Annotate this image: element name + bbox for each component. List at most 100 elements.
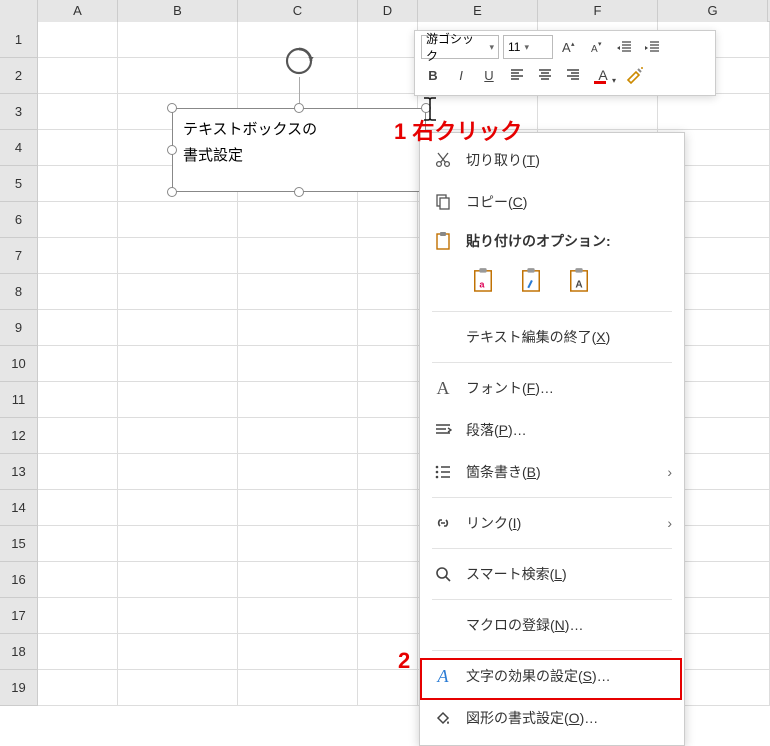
cell[interactable] (358, 382, 418, 418)
cell[interactable] (238, 202, 358, 238)
cell[interactable] (38, 346, 118, 382)
cell[interactable] (118, 670, 238, 706)
cell[interactable] (118, 346, 238, 382)
cell[interactable] (358, 670, 418, 706)
menu-item-text-effects[interactable]: A 文字の効果の設定(S)… (420, 655, 684, 697)
resize-handle-tm[interactable] (294, 103, 304, 113)
cell[interactable] (358, 22, 418, 58)
cell[interactable] (38, 202, 118, 238)
cell[interactable] (38, 94, 118, 130)
paste-option-text-only[interactable]: A (562, 263, 596, 297)
align-left-button[interactable] (505, 63, 529, 87)
row-header-15[interactable]: 15 (0, 526, 38, 562)
cell[interactable] (358, 490, 418, 526)
cell[interactable] (118, 22, 238, 58)
cell[interactable] (118, 562, 238, 598)
col-header-D[interactable]: D (358, 0, 418, 22)
cell[interactable] (238, 454, 358, 490)
paste-option-keep-source[interactable]: a (466, 263, 500, 297)
resize-handle-bm[interactable] (294, 187, 304, 197)
cell[interactable] (38, 166, 118, 202)
cell[interactable] (38, 454, 118, 490)
cell[interactable] (238, 346, 358, 382)
col-header-A[interactable]: A (38, 0, 118, 22)
menu-item-assign-macro[interactable]: マクロの登録(N)… (420, 604, 684, 646)
cell[interactable] (38, 310, 118, 346)
row-header-7[interactable]: 7 (0, 238, 38, 274)
menu-item-exit-text-edit[interactable]: テキスト編集の終了(X) (420, 316, 684, 358)
cell[interactable] (38, 382, 118, 418)
cell[interactable] (38, 598, 118, 634)
decrease-font-button[interactable]: A▾ (585, 35, 609, 59)
cell[interactable] (238, 238, 358, 274)
cell[interactable] (358, 634, 418, 670)
cell[interactable] (38, 418, 118, 454)
row-header-19[interactable]: 19 (0, 670, 38, 706)
row-header-8[interactable]: 8 (0, 274, 38, 310)
row-header-1[interactable]: 1 (0, 22, 38, 58)
cell[interactable] (358, 454, 418, 490)
col-header-F[interactable]: F (538, 0, 658, 22)
rotate-handle-icon[interactable] (283, 45, 315, 77)
cell[interactable] (38, 670, 118, 706)
menu-item-link[interactable]: リンク(I) › (420, 502, 684, 544)
row-header-16[interactable]: 16 (0, 562, 38, 598)
font-name-combo[interactable]: 游ゴシック ▾ (421, 35, 499, 59)
cell[interactable] (38, 274, 118, 310)
underline-button[interactable]: U (477, 63, 501, 87)
cell[interactable] (238, 634, 358, 670)
cell[interactable] (38, 634, 118, 670)
row-header-2[interactable]: 2 (0, 58, 38, 94)
menu-item-bullets[interactable]: 箇条書き(B) › (420, 451, 684, 493)
cell[interactable] (358, 58, 418, 94)
select-all-corner[interactable] (0, 0, 38, 22)
row-header-13[interactable]: 13 (0, 454, 38, 490)
menu-item-cut[interactable]: 切り取り(T) (420, 139, 684, 181)
font-size-combo[interactable]: 11 ▾ (503, 35, 553, 59)
menu-item-smart-lookup[interactable]: スマート検索(L) (420, 553, 684, 595)
row-header-12[interactable]: 12 (0, 418, 38, 454)
cell[interactable] (358, 598, 418, 634)
resize-handle-ml[interactable] (167, 145, 177, 155)
menu-item-paragraph[interactable]: 段落(P)… (420, 409, 684, 451)
cell[interactable] (238, 490, 358, 526)
col-header-B[interactable]: B (118, 0, 238, 22)
resize-handle-bl[interactable] (167, 187, 177, 197)
bold-button[interactable]: B (421, 63, 445, 87)
cell[interactable] (238, 418, 358, 454)
cell[interactable] (38, 490, 118, 526)
cell[interactable] (38, 562, 118, 598)
decrease-indent-button[interactable] (613, 35, 637, 59)
row-header-6[interactable]: 6 (0, 202, 38, 238)
cell[interactable] (238, 274, 358, 310)
cell[interactable] (38, 238, 118, 274)
cell[interactable] (238, 382, 358, 418)
cell[interactable] (118, 202, 238, 238)
cell[interactable] (38, 526, 118, 562)
resize-handle-tl[interactable] (167, 103, 177, 113)
col-header-C[interactable]: C (238, 0, 358, 22)
row-header-17[interactable]: 17 (0, 598, 38, 634)
cell[interactable] (118, 238, 238, 274)
row-header-14[interactable]: 14 (0, 490, 38, 526)
row-header-9[interactable]: 9 (0, 310, 38, 346)
col-header-G[interactable]: G (658, 0, 768, 22)
cell[interactable] (118, 598, 238, 634)
selected-textbox-shape[interactable]: テキストボックスの 書式設定 (172, 108, 426, 192)
cell[interactable] (118, 526, 238, 562)
cell[interactable] (238, 310, 358, 346)
increase-indent-button[interactable] (641, 35, 665, 59)
cell[interactable] (358, 274, 418, 310)
cell[interactable] (358, 346, 418, 382)
increase-font-button[interactable]: A▴ (557, 35, 581, 59)
cell[interactable] (118, 310, 238, 346)
menu-item-copy[interactable]: コピー(C) (420, 181, 684, 223)
align-center-button[interactable] (533, 63, 557, 87)
italic-button[interactable]: I (449, 63, 473, 87)
cell[interactable] (118, 382, 238, 418)
row-header-3[interactable]: 3 (0, 94, 38, 130)
cell[interactable] (118, 634, 238, 670)
cell[interactable] (118, 418, 238, 454)
menu-item-format-shape[interactable]: 図形の書式設定(O)… (420, 697, 684, 739)
format-painter-button[interactable] (621, 63, 649, 87)
